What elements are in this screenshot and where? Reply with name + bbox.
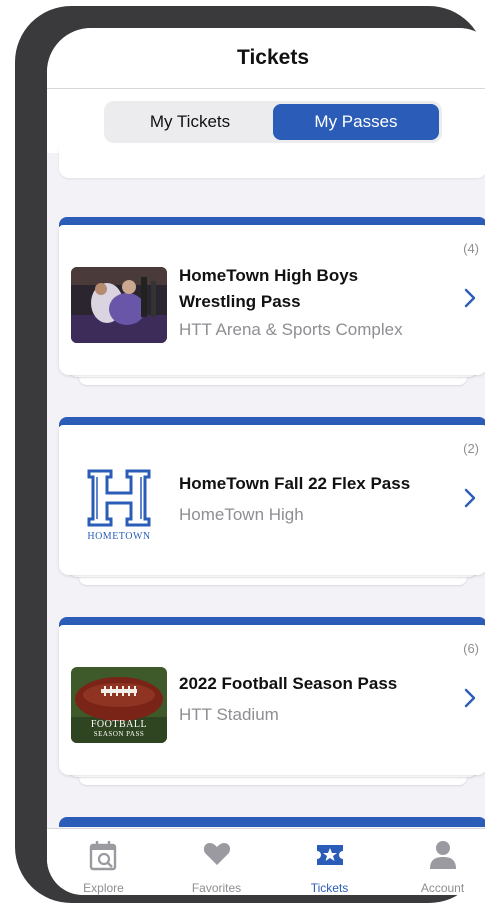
person-icon: [429, 841, 456, 869]
tab-favorites[interactable]: Favorites: [160, 829, 273, 895]
thumb-caption: FOOTBALL: [90, 719, 148, 730]
app-screen: Tickets My Tickets My Passes (4) HomeTow…: [47, 28, 485, 895]
thumb-caption: SEASON PASS: [93, 730, 145, 738]
page-title: Tickets: [237, 46, 309, 69]
tab-tickets[interactable]: Tickets: [273, 829, 386, 895]
chevron-right-icon[interactable]: [463, 687, 477, 709]
device-frame: Tickets My Tickets My Passes (4) HomeTow…: [15, 6, 485, 903]
tab-explore[interactable]: Explore: [47, 829, 160, 895]
pass-name: HomeTown High Boys Wrestling Pass: [179, 266, 359, 311]
pass-name: 2022 Football Season Pass: [179, 674, 398, 693]
tab-label: Favorites: [191, 881, 242, 895]
segmented-control: My Tickets My Passes: [104, 101, 442, 143]
ticket-star-icon: [316, 845, 343, 865]
calendar-search-icon: [89, 841, 116, 871]
tab-label: Explore: [83, 881, 124, 895]
tab-label: Tickets: [310, 881, 349, 895]
pass-venue: HTT Stadium: [179, 705, 279, 724]
partial-pass-card[interactable]: [59, 146, 485, 178]
pass-venue: HTT Arena & Sports Complex: [179, 320, 403, 339]
wrestling-photo: [71, 267, 167, 343]
tab-my-tickets[interactable]: My Tickets: [107, 104, 273, 140]
tab-label: Account: [420, 881, 465, 895]
tab-account[interactable]: Account: [386, 829, 485, 895]
card-accent-stripe: [59, 817, 485, 827]
pass-count: (2): [463, 441, 479, 456]
pass-card[interactable]: (6) FOOTBALL SEASON PASS 2022 Football S…: [59, 625, 485, 775]
nav-header: Tickets: [47, 28, 485, 89]
tab-my-passes[interactable]: My Passes: [273, 104, 439, 140]
pass-count: (4): [463, 241, 479, 256]
tab-bar: Explore Favorites Tickets Account: [47, 828, 485, 895]
pass-card[interactable]: (2) HOMETOWN HomeTown Fall 22 Flex Pass …: [59, 425, 485, 575]
pass-count: (6): [463, 641, 479, 656]
chevron-right-icon[interactable]: [463, 487, 477, 509]
hometown-logo: HOMETOWN: [71, 467, 167, 543]
football-photo: FOOTBALL SEASON PASS: [71, 667, 167, 743]
heart-icon: [203, 843, 230, 865]
logo-text: HOMETOWN: [87, 531, 151, 542]
chevron-right-icon[interactable]: [463, 287, 477, 309]
segment-bar: My Tickets My Passes: [47, 89, 485, 153]
pass-card[interactable]: (4) HomeTown High Boys Wrestling Pass HT…: [59, 225, 485, 375]
pass-venue: HomeTown High: [179, 505, 304, 524]
pass-name: HomeTown Fall 22 Flex Pass: [179, 474, 411, 493]
